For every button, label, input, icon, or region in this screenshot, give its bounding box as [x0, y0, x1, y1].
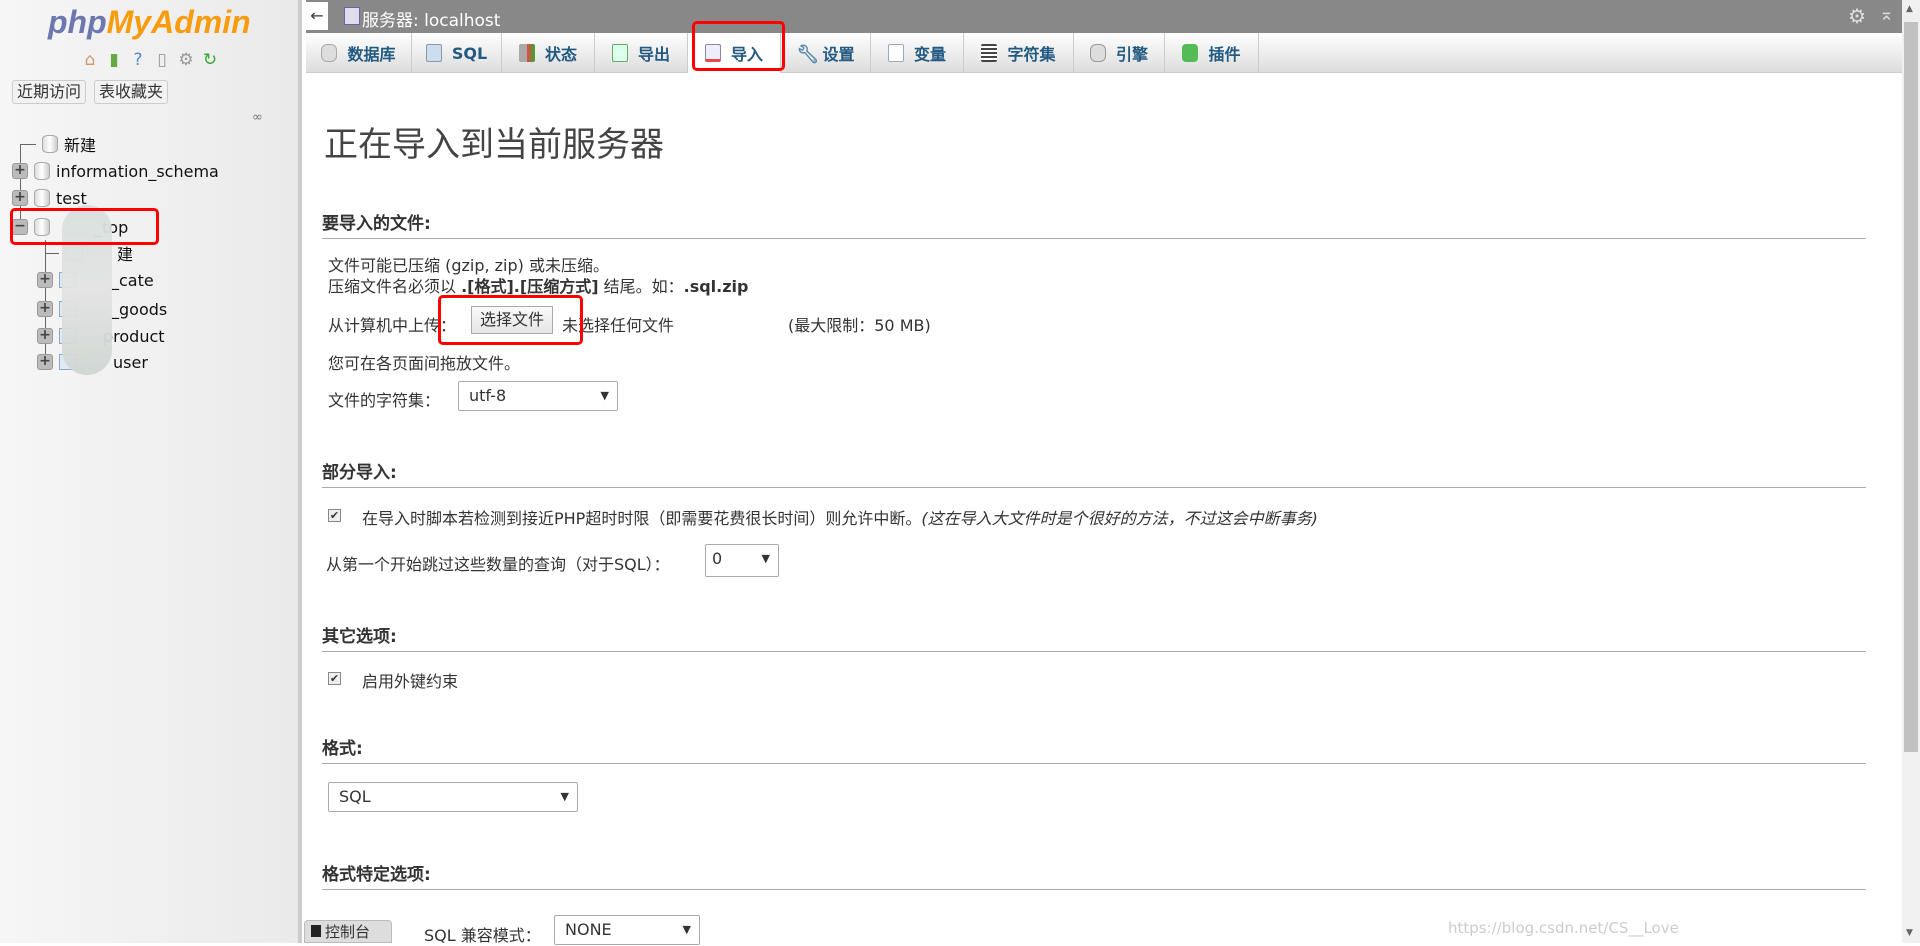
server-icon [344, 7, 360, 25]
tab-variables[interactable]: 变量 [871, 33, 964, 73]
export-icon [611, 44, 628, 62]
phpmyadmin-logo[interactable]: phpMyAdmin [48, 4, 251, 41]
section-heading: 格式特定选项: [322, 860, 1866, 890]
expand-icon[interactable]: + [37, 328, 53, 344]
status-icon [518, 44, 535, 62]
help-icon[interactable]: ? [128, 50, 148, 70]
link-icon[interactable]: ∞ [252, 110, 263, 125]
allow-interrupt-checkbox[interactable]: ✔ [328, 509, 341, 522]
drag-hint: 您可在各页面间拖放文件。 [328, 354, 521, 373]
section-heading: 要导入的文件: [322, 209, 1866, 239]
max-size: (最大限制：50 MB) [788, 316, 931, 335]
expand-icon[interactable]: + [12, 190, 28, 206]
tree-item-db[interactable]: + information_schema [12, 159, 219, 183]
favorites-button[interactable]: 表收藏夹 [94, 80, 169, 104]
database-icon [34, 162, 50, 180]
allow-interrupt-label: 在导入时脚本若检测到接近PHP超时时限（即需要花费很长时间）则允许中断。(这在导… [362, 509, 1318, 528]
filename-info: 压缩文件名必须以 .[格式].[压缩方式] 结尾。如：.sql.zip [328, 277, 749, 296]
scroll-up-icon[interactable]: ▲ [1906, 4, 1913, 14]
collapse-sidebar-button[interactable]: ← [306, 2, 328, 30]
collapse-top-icon[interactable]: ⌅ [1879, 4, 1894, 25]
watermark: https://blog.csdn.net/CS__Love [1448, 919, 1679, 937]
page-title: 正在导入到当前服务器 [324, 125, 664, 165]
skip-queries-input[interactable]: 0 [705, 544, 779, 577]
foreign-key-label: 启用外键约束 [362, 672, 459, 691]
wrench-icon: 🔧︎ [796, 44, 820, 65]
database-icon [34, 189, 50, 207]
gear-icon[interactable]: ⚙ [176, 50, 196, 70]
import-page: 正在导入到当前服务器 要导入的文件: 文件可能已压缩 (gzip, zip) 或… [306, 73, 1902, 945]
server-breadcrumb-bar: ← 服务器: localhost ⚙ ⌅ [306, 0, 1902, 33]
expand-icon[interactable]: + [37, 301, 53, 317]
charset-label: 文件的字符集： [328, 391, 441, 410]
section-heading: 部分导入: [322, 458, 1866, 488]
new-database-icon [42, 135, 58, 153]
plugin-icon [1182, 44, 1199, 62]
scrollbar[interactable]: ▲ ▼ [1902, 0, 1920, 943]
scroll-down-icon[interactable]: ▼ [1906, 928, 1913, 938]
expand-icon[interactable]: + [37, 272, 53, 288]
home-icon[interactable]: ⌂ [80, 50, 100, 70]
variables-icon [887, 44, 904, 62]
section-heading: 其它选项: [322, 622, 1866, 652]
format-select[interactable]: SQL [328, 782, 578, 812]
sql-icon [425, 44, 442, 62]
tab-export[interactable]: 导出 [595, 33, 688, 73]
tab-settings[interactable]: 🔧︎ 设置 [781, 33, 871, 73]
skip-queries-label: 从第一个开始跳过这些数量的查询（对于SQL）： [326, 555, 670, 574]
charset-icon [981, 44, 998, 62]
tree-item-new[interactable]: 新建 [20, 132, 96, 156]
section-heading: 格式: [322, 734, 1866, 764]
reload-icon[interactable]: ↻ [200, 50, 220, 70]
scroll-thumb[interactable] [1904, 22, 1918, 752]
docs-icon[interactable]: ▯ [152, 50, 172, 70]
tab-sql[interactable]: SQL [412, 33, 502, 73]
highlight-box [10, 208, 159, 245]
console-icon [311, 925, 321, 937]
charset-select[interactable]: utf-8 [458, 381, 618, 411]
logout-icon[interactable]: ▮ [104, 50, 124, 70]
main-tabs: 数据库 SQL 状态 导出 导入 🔧︎ 设置 变量 字符集 引擎 插件 [306, 33, 1902, 73]
engine-icon [1089, 44, 1106, 62]
tab-databases[interactable]: 数据库 [306, 33, 412, 73]
compat-mode-select[interactable]: NONE [554, 915, 700, 945]
sidebar-icon-bar: ⌂ ▮ ? ▯ ⚙ ↻ [80, 50, 220, 70]
highlight-box [692, 21, 785, 71]
tab-status[interactable]: 状态 [502, 33, 595, 73]
recent-button[interactable]: 近期访问 [12, 80, 87, 104]
console-toggle[interactable]: 控制台 [304, 920, 392, 943]
tab-plugins[interactable]: 插件 [1165, 33, 1259, 73]
expand-icon[interactable]: + [12, 163, 28, 179]
database-icon [321, 44, 338, 62]
foreign-key-checkbox[interactable]: ✔ [328, 672, 341, 685]
expand-icon[interactable]: + [37, 354, 53, 370]
compat-mode-label: SQL 兼容模式： [424, 926, 541, 945]
tab-engines[interactable]: 引擎 [1074, 33, 1165, 73]
upload-label: 从计算机中上传： [328, 316, 457, 335]
tab-charsets[interactable]: 字符集 [964, 33, 1074, 73]
highlight-box [438, 295, 583, 345]
navigation-sidebar: phpMyAdmin ⌂ ▮ ? ▯ ⚙ ↻ 近期访问 表收藏夹 ∞ 新建 + i… [0, 0, 302, 943]
gear-icon[interactable]: ⚙ [1848, 4, 1866, 28]
server-link[interactable]: 服务器: localhost [362, 6, 500, 31]
